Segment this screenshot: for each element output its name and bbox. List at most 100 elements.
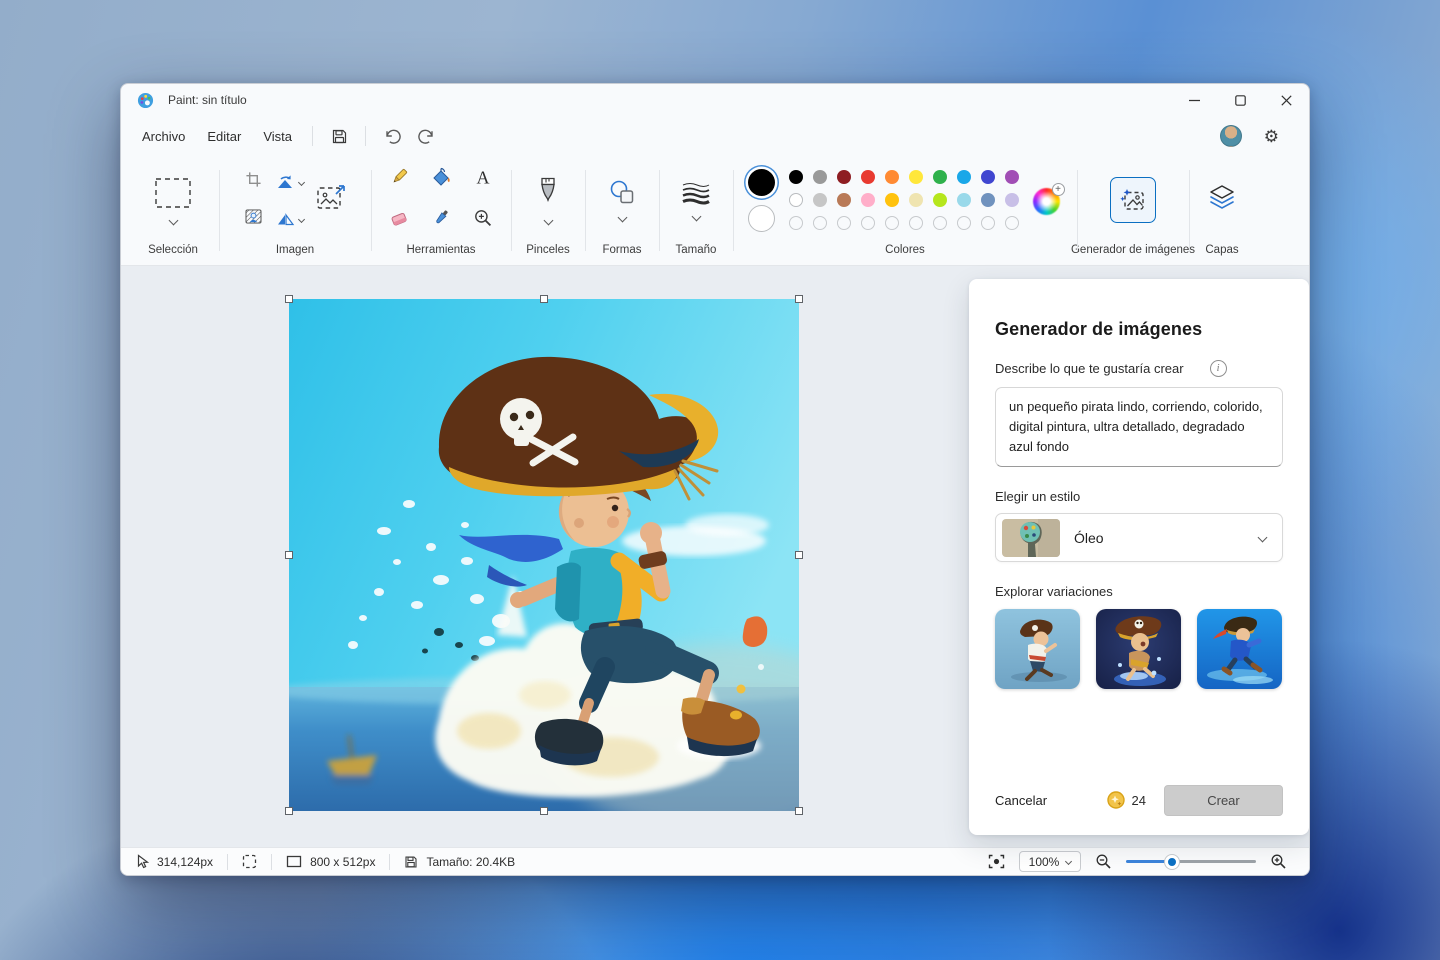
prompt-input[interactable]: un pequeño pirata lindo, corriendo, colo… [995, 387, 1283, 467]
brushes-button[interactable] [538, 177, 558, 224]
info-icon[interactable]: i [1210, 360, 1227, 377]
create-button[interactable]: Crear [1164, 785, 1283, 816]
flip-tool-button[interactable] [276, 212, 304, 227]
menubar: Archivo Editar Vista ⚙ [121, 116, 1309, 156]
account-avatar[interactable] [1220, 125, 1242, 147]
maximize-button[interactable] [1217, 84, 1263, 116]
palette-empty-slot[interactable] [909, 216, 923, 230]
palette-empty-slot[interactable] [1005, 216, 1019, 230]
palette-color[interactable] [981, 170, 995, 184]
eyedropper-tool-icon[interactable] [431, 208, 451, 233]
resize-handle-n[interactable] [540, 295, 548, 303]
fill-tool-icon[interactable] [431, 167, 452, 192]
palette-color[interactable] [933, 193, 947, 207]
credits-count: 24 [1132, 793, 1146, 808]
zoom-slider[interactable] [1126, 854, 1256, 870]
text-tool-icon[interactable]: A [474, 168, 492, 192]
palette-empty-slot[interactable] [813, 216, 827, 230]
palette-color[interactable] [861, 193, 875, 207]
palette-color[interactable] [789, 170, 803, 184]
selection-tool-button[interactable] [154, 177, 192, 224]
variation-thumbnail-2[interactable] [1096, 609, 1181, 689]
primary-color-swatch[interactable] [748, 169, 775, 196]
palette-empty-slot[interactable] [933, 216, 947, 230]
remove-background-tool-icon[interactable] [245, 209, 262, 229]
resize-handle-s[interactable] [540, 807, 548, 815]
palette-empty-slot[interactable] [837, 216, 851, 230]
variation-thumbnail-3[interactable] [1197, 609, 1282, 689]
palette-color[interactable] [957, 170, 971, 184]
zoom-slider-track[interactable] [1126, 860, 1256, 864]
palette-color[interactable] [1005, 193, 1019, 207]
close-button[interactable] [1263, 84, 1309, 116]
menu-archivo[interactable]: Archivo [131, 123, 196, 150]
palette-color[interactable] [885, 193, 899, 207]
palette-color[interactable] [885, 170, 899, 184]
window-title: Paint: sin título [168, 93, 247, 107]
zoom-in-icon[interactable] [1270, 853, 1287, 870]
fit-to-screen-icon[interactable] [988, 854, 1005, 869]
chevron-down-icon[interactable] [691, 211, 701, 221]
pencil-tool-icon[interactable] [389, 167, 409, 192]
resize-handle-ne[interactable] [795, 295, 803, 303]
canvas[interactable] [289, 299, 799, 811]
magnifier-tool-icon[interactable] [473, 208, 493, 233]
palette-color[interactable] [813, 170, 827, 184]
minimize-button[interactable] [1171, 84, 1217, 116]
palette-color[interactable] [837, 170, 851, 184]
zoom-out-icon[interactable] [1095, 853, 1112, 870]
eraser-tool-icon[interactable] [389, 209, 410, 233]
resize-handle-sw[interactable] [285, 807, 293, 815]
rotate-tool-button[interactable] [276, 174, 304, 191]
palette-color[interactable] [933, 170, 947, 184]
palette-empty-slot[interactable] [885, 216, 899, 230]
palette-color[interactable] [909, 193, 923, 207]
shapes-button[interactable] [608, 179, 636, 221]
size-button[interactable] [681, 181, 711, 220]
palette-color[interactable] [861, 170, 875, 184]
palette-empty-slot[interactable] [981, 216, 995, 230]
palette-color[interactable] [837, 193, 851, 207]
resize-handle-se[interactable] [795, 807, 803, 815]
palette-color[interactable] [957, 193, 971, 207]
chevron-down-icon[interactable] [168, 215, 178, 225]
group-herramientas: A Herramientas [371, 156, 511, 265]
cancel-button[interactable]: Cancelar [995, 793, 1047, 808]
layers-button[interactable] [1207, 183, 1237, 217]
palette-empty-slot[interactable] [789, 216, 803, 230]
menu-vista[interactable]: Vista [252, 123, 303, 150]
crop-tool-icon[interactable] [245, 171, 262, 193]
chevron-down-icon[interactable] [543, 215, 553, 225]
edit-colors-button[interactable]: + [1033, 185, 1063, 215]
palette-color[interactable] [1005, 170, 1019, 184]
palette-color[interactable] [981, 193, 995, 207]
zoom-level-dropdown[interactable]: 100% [1019, 851, 1081, 872]
resize-image-tool-icon[interactable] [316, 184, 346, 217]
palette-empty-slot[interactable] [861, 216, 875, 230]
resize-handle-nw[interactable] [285, 295, 293, 303]
workspace: Generador de imágenes Describe lo que te… [121, 266, 1309, 847]
style-selected-value: Óleo [1074, 530, 1104, 546]
resize-handle-e[interactable] [795, 551, 803, 559]
resize-handle-w[interactable] [285, 551, 293, 559]
group-pinceles: Pinceles [511, 156, 585, 265]
credits-coin-icon [1107, 791, 1125, 809]
zoom-slider-thumb[interactable] [1165, 855, 1179, 869]
undo-button[interactable] [375, 122, 409, 150]
chevron-down-icon[interactable] [297, 215, 304, 222]
palette-color[interactable] [813, 193, 827, 207]
chevron-down-icon[interactable] [297, 178, 304, 185]
save-button[interactable] [322, 122, 356, 150]
secondary-color-swatch[interactable] [748, 205, 775, 232]
palette-color[interactable] [789, 193, 803, 207]
menu-editar[interactable]: Editar [196, 123, 252, 150]
settings-gear-icon[interactable]: ⚙ [1264, 128, 1279, 145]
redo-button[interactable] [409, 122, 443, 150]
group-seleccion: Selección [127, 156, 219, 265]
variation-thumbnail-1[interactable] [995, 609, 1080, 689]
palette-empty-slot[interactable] [957, 216, 971, 230]
style-dropdown[interactable]: Óleo [995, 513, 1283, 562]
chevron-down-icon[interactable] [617, 213, 627, 223]
palette-color[interactable] [909, 170, 923, 184]
image-creator-button[interactable] [1110, 177, 1156, 223]
